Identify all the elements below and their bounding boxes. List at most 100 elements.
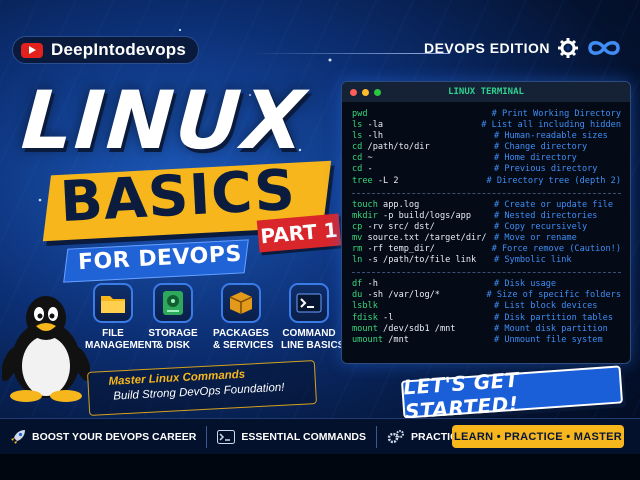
terminal-command: lsblk: [352, 301, 494, 312]
terminal-command: du -sh /var/log/*: [352, 290, 486, 301]
infinity-icon: [588, 41, 620, 55]
command-keyword: ln: [352, 255, 363, 266]
terminal-comment: # Change directory: [494, 142, 588, 153]
edition-divider: [250, 53, 450, 54]
terminal-command: umount /mnt: [352, 335, 494, 346]
tux-penguin-icon: [2, 296, 90, 402]
terminal-line: ls -lh # Human-readable sizes: [352, 131, 621, 142]
thumbnail-canvas: DeepIntodevops DEVOPS EDITION LINUX BASI…: [0, 0, 640, 480]
feature-label: STORAGE & DISK: [148, 328, 198, 351]
command-keyword: mount: [352, 323, 378, 334]
terminal-line: mkdir -p build/logs/app # Nested director…: [352, 211, 621, 222]
terminal-line: cd /path/to/dir # Change directory: [352, 142, 621, 153]
terminal-comment: # Directory tree (depth 2): [486, 175, 621, 186]
terminal-body: pwd # Print Working Directory ls -la # List…: [342, 102, 630, 346]
terminal-comment: # Copy recursively: [494, 221, 588, 232]
learn-practice-master-button[interactable]: LEARN • PRACTICE • MASTER: [452, 425, 624, 448]
feature-label: PACKAGES & SERVICES: [213, 328, 274, 351]
rocket-icon: [11, 429, 25, 444]
command-args: -rv src/ dst/: [362, 221, 435, 232]
terminal-line: cd ~ # Home directory: [352, 153, 621, 164]
terminal-command: cp -rv src/ dst/: [352, 222, 494, 233]
terminal-comment: # Unmount file system: [494, 334, 603, 345]
terminal-separator: [352, 265, 621, 274]
bottom-item-label: ESSENTIAL COMMANDS: [241, 430, 366, 443]
command-args: /dev/sdb1 /mnt: [377, 323, 456, 334]
terminal-line: mv source.txt /target/dir/# Move or rena…: [352, 233, 621, 244]
terminal-command: cd -: [352, 164, 494, 175]
terminal-title: LINUX TERMINAL: [448, 87, 524, 97]
gear-icon: [558, 38, 578, 58]
command-args: -sh /var/log/*: [362, 290, 440, 301]
terminal-line: rm -rf temp_dir/# Force remove (Caution!…: [352, 244, 621, 255]
command-args: -: [362, 164, 373, 175]
terminal-comment: # Mount disk partition: [494, 323, 608, 334]
terminal-icon: [289, 283, 329, 323]
feature-storage-disk: STORAGE & DISK: [145, 283, 201, 352]
terminal-separator: [352, 186, 621, 194]
terminal-line: pwd # Print Working Directory: [352, 109, 621, 120]
terminal-command: pwd: [352, 109, 492, 120]
terminal-comment: # Symbolic link: [494, 255, 572, 266]
command-keyword: touch: [352, 199, 378, 210]
command-keyword: pwd: [352, 109, 368, 119]
command-keyword: tree: [352, 175, 373, 186]
command-args: -L 2: [372, 175, 399, 186]
terminal-line: umount /mnt # Unmount file system: [352, 335, 621, 346]
terminal-command: mv source.txt /target/dir/: [352, 233, 494, 244]
part-label: PART 1: [259, 217, 339, 249]
command-keyword: fdisk: [352, 312, 378, 323]
terminal-line: ls -la # List all including hidden: [352, 120, 621, 131]
terminal-comment: # Previous directory: [494, 164, 598, 175]
bottom-item-commands: ESSENTIAL COMMANDS: [206, 425, 376, 448]
command-keyword: df: [352, 279, 363, 290]
command-args: -s /path/to/file link: [362, 255, 477, 266]
channel-name: DeepIntodevops: [51, 40, 187, 59]
terminal-command: fdisk -l: [352, 313, 494, 324]
command-keyword: cd: [352, 153, 363, 164]
terminal-comment: # Create or update file: [494, 199, 613, 210]
command-keyword: cd: [352, 142, 363, 153]
terminal-command: mount /dev/sdb1 /mnt: [352, 324, 494, 335]
terminal-comment: # List all including hidden: [481, 120, 621, 131]
command-args: -rf temp_dir/: [362, 244, 435, 255]
command-args: -lh: [362, 131, 384, 142]
command-keyword: mv: [352, 232, 363, 243]
terminal-comment: # Human-readable sizes: [494, 131, 608, 142]
hard-disk-icon: [153, 283, 193, 323]
bottom-item-label: BOOST YOUR DEVOPS CAREER: [32, 430, 197, 443]
command-keyword: du: [352, 290, 363, 301]
command-args: ~: [362, 153, 373, 164]
edition-label: DEVOPS EDITION: [424, 38, 622, 58]
terminal-comment: # Home directory: [494, 153, 577, 164]
command-keyword: mkdir: [352, 210, 378, 221]
feature-file-management: FILE MANAGEMENT: [85, 283, 158, 352]
terminal-comment: # Force remove (Caution!): [491, 244, 621, 255]
folder-icon: [93, 283, 133, 323]
command-args: -h: [362, 279, 378, 290]
feature-label: FILE MANAGEMENT: [85, 328, 158, 351]
command-keyword: cp: [352, 221, 363, 232]
gears-icon: [387, 429, 404, 443]
command-args: app.log: [377, 199, 420, 210]
edition-text: DEVOPS EDITION: [423, 40, 550, 56]
feature-command-line-basics: COMMAND LINE BASICS: [281, 283, 344, 352]
terminal-command: mkdir -p build/logs/app: [352, 211, 494, 222]
command-args: source.txt /target/dir/: [362, 232, 487, 243]
command-args: -p build/logs/app: [377, 210, 472, 221]
bottom-item-career: BOOST YOUR DEVOPS CAREER: [0, 426, 206, 448]
terminal-line: cp -rv src/ dst/# Copy recursively: [352, 222, 621, 233]
feature-packages-services: PACKAGES & SERVICES: [213, 283, 274, 352]
terminal-line: fdisk -l # Disk partition tables: [352, 313, 621, 324]
terminal-line: mount /dev/sdb1 /mnt # Mount disk partiti…: [352, 324, 621, 335]
package-icon: [221, 283, 261, 323]
terminal-comment: # Size of specific folders: [486, 290, 621, 301]
command-keyword: cd: [352, 164, 363, 175]
channel-badge[interactable]: DeepIntodevops: [12, 36, 200, 64]
command-args: /mnt: [383, 334, 409, 345]
terminal-command: ls -lh: [352, 131, 494, 142]
terminal-comment: # Nested directories: [494, 210, 598, 221]
terminal-command: rm -rf temp_dir/: [352, 244, 492, 255]
terminal-line: tree -L 2 # Directory tree (depth 2): [352, 176, 621, 187]
command-args: /path/to/dir: [362, 142, 430, 153]
